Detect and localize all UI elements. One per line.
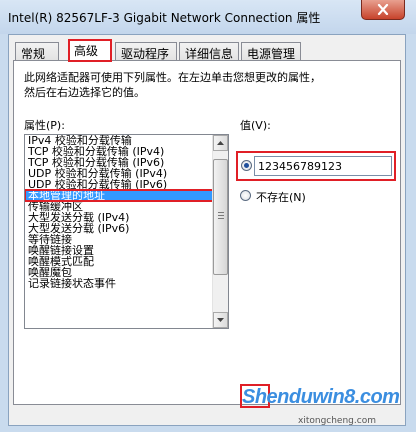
window-title: Intel(R) 82567LF-3 Gigabit Network Conne… [8,11,321,25]
tab-general[interactable]: 常规 [15,42,59,61]
property-item[interactable]: 唤醒魔包 [25,267,213,278]
property-item[interactable]: 等待链接 [25,234,213,245]
tab-strip: 常规 高级 驱动程序 详细信息 电源管理 [13,39,403,62]
property-item[interactable]: TCP 校验和分载传输 (IPv6) [25,157,213,168]
property-list: IPv4 校验和分载传输 TCP 校验和分载传输 (IPv4) TCP 校验和分载传… [25,135,214,289]
property-item[interactable]: UDP 校验和分载传输 (IPv6) [25,179,213,190]
close-icon [377,4,389,15]
property-item[interactable]: 记录链接状态事件 [25,278,213,289]
tab-power-management[interactable]: 电源管理 [241,42,301,61]
property-item[interactable]: 唤醒模式匹配 [25,256,213,267]
value-field-group [236,151,396,181]
watermark-sub: xitongcheng.com [298,416,376,426]
panel-description: 此网络适配器可使用下列属性。在左边单击您想更改的属性， 然后在右边选择它的值。 [24,71,321,99]
advanced-panel: 此网络适配器可使用下列属性。在左边单击您想更改的属性， 然后在右边选择它的值。 … [13,60,401,405]
property-item[interactable]: TCP 校验和分载传输 (IPv4) [25,146,213,157]
tab-driver[interactable]: 驱动程序 [115,42,177,61]
watermark-main: Shenduwin8.com [242,386,400,408]
value-radio[interactable] [241,160,252,171]
property-item[interactable]: 大型发送分载 (IPv4) [25,212,213,223]
value-input[interactable] [254,156,392,176]
tab-details[interactable]: 详细信息 [179,42,239,61]
arrow-down-icon [217,318,224,322]
property-label: 属性(P): [24,119,65,132]
scroll-thumb[interactable] [213,159,228,275]
property-item[interactable]: 传输缓冲区 [25,201,213,212]
value-label: 值(V): [240,119,271,132]
close-button[interactable] [361,0,405,20]
arrow-up-icon [217,141,224,145]
not-present-label: 不存在(N) [256,191,306,204]
tab-advanced[interactable]: 高级 [68,39,112,62]
scroll-up-button[interactable] [213,135,228,151]
title-bar[interactable]: Intel(R) 82567LF-3 Gigabit Network Conne… [0,0,416,34]
scroll-down-button[interactable] [213,312,228,328]
property-item[interactable]: UDP 校验和分载传输 (IPv4) [25,168,213,179]
property-item-selected[interactable]: 本地管理的地址 [25,189,214,202]
grip-icon [218,212,224,221]
dialog-body: 常规 高级 驱动程序 详细信息 电源管理 此网络适配器可使用下列属性。在左边单击… [8,34,406,426]
watermark: Shenduwin8.com xitongcheng.com [232,382,416,432]
property-item[interactable]: 大型发送分载 (IPv6) [25,223,213,234]
property-listbox[interactable]: IPv4 校验和分载传输 TCP 校验和分载传输 (IPv4) TCP 校验和分载传… [24,134,229,329]
listbox-scrollbar[interactable] [212,135,228,328]
not-present-radio[interactable] [240,190,251,201]
property-item[interactable]: IPv4 校验和分载传输 [25,135,213,146]
property-item[interactable]: 唤醒链接设置 [25,245,213,256]
